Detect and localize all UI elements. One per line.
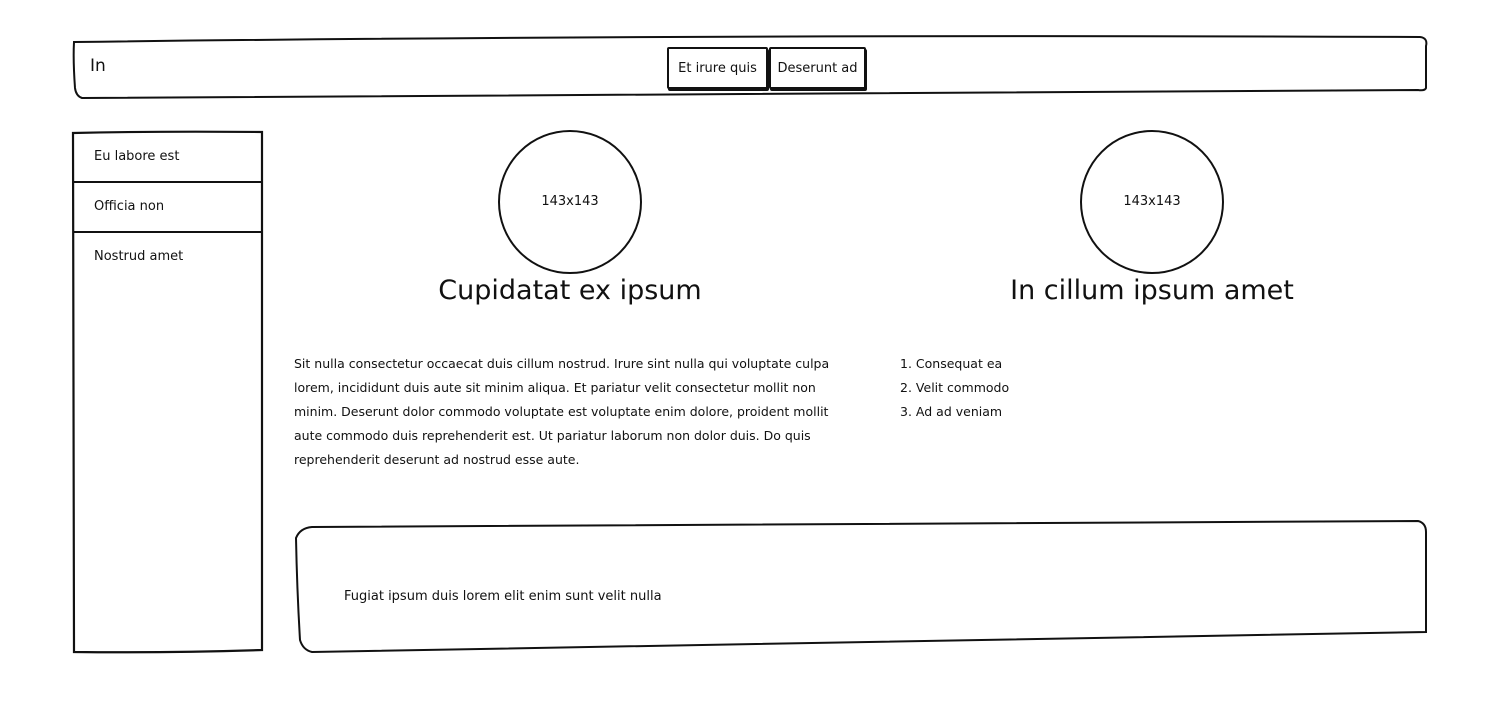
footer-text: Fugiat ipsum duis lorem elit enim sunt v…	[344, 589, 662, 604]
ordered-list: 1. Consequat ea 2. Velit commodo 3. Ad a…	[900, 352, 1009, 424]
list-number: 2.	[900, 380, 912, 395]
body-paragraph: Sit nulla consectetur occaecat duis cill…	[294, 356, 830, 467]
sidebar-item-eu-labore-est[interactable]: Eu labore est	[72, 131, 263, 181]
list-text: Ad ad veniam	[915, 404, 1003, 419]
image-placeholder-label: 143x143	[1123, 194, 1181, 209]
sidebar: Eu labore est Officia non Nostrud amet	[72, 131, 263, 652]
list-text: Velit commodo	[915, 380, 1010, 395]
list-item: 3. Ad ad veniam	[900, 400, 1009, 424]
list-number: 3.	[900, 404, 912, 419]
sidebar-item-officia-non[interactable]: Officia non	[72, 181, 263, 231]
column-heading: Cupidatat ex ipsum	[438, 275, 702, 306]
nav-button-et-irure-quis[interactable]: Et irure quis	[667, 47, 768, 89]
list-number: 1.	[900, 356, 912, 371]
nav-button-deserunt-ad[interactable]: Deserunt ad	[769, 47, 866, 89]
brand-logo[interactable]: In	[90, 56, 106, 76]
list-item: 1. Consequat ea	[900, 352, 1009, 376]
sidebar-item-nostrud-amet[interactable]: Nostrud amet	[72, 231, 263, 281]
list-text: Consequat ea	[915, 356, 1003, 371]
image-placeholder-label: 143x143	[541, 194, 599, 209]
footer-border	[294, 519, 1427, 654]
list-item: 2. Velit commodo	[900, 376, 1009, 400]
column-heading: In cillum ipsum amet	[1010, 275, 1294, 306]
